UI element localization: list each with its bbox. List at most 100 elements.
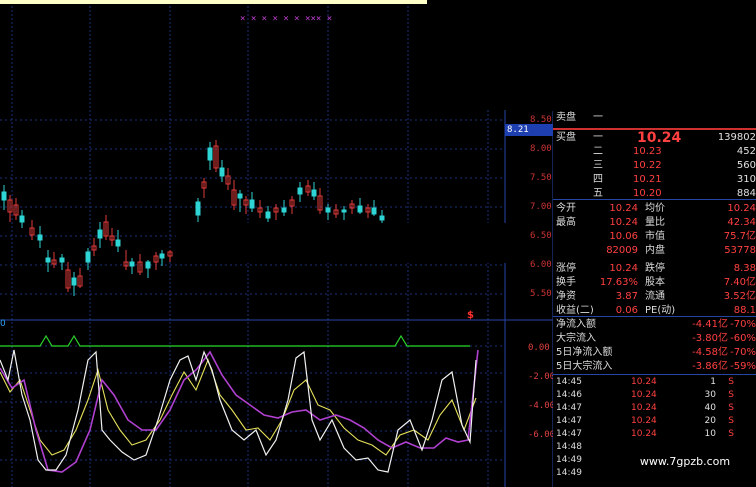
sell-level: 一 [593, 112, 603, 123]
buy-label: 买盘 [556, 132, 576, 143]
quote-row: 82009 内盘 53778 [553, 244, 756, 258]
flow-row: 5日大宗流入 -3.86亿 -59% [553, 360, 756, 374]
quote-panel: 卖盘 一 买盘 一 10.24 139802 二 10.23 452 三 10.… [553, 111, 756, 487]
flow-row: 5日净流入额 -4.58亿 -70% [553, 346, 756, 360]
flow-label: 净流入额 [556, 319, 596, 330]
tick-time: 14:49 [556, 468, 582, 478]
level-volume: 310 [736, 174, 756, 185]
quote-row: 最高 10.24 量比 42.34 [553, 216, 756, 230]
flow-label: 大宗流入 [556, 333, 596, 344]
quote-row: 换手 17.63% 股本 7.40亿 [553, 276, 756, 290]
quote-label-2: 跌停 [645, 263, 665, 274]
quote-label-2: 股本 [645, 277, 665, 288]
quote-value-2: 10.24 [727, 203, 756, 214]
quote-label: 最高 [556, 217, 576, 228]
candle-body [45, 257, 51, 263]
quote-value-2: 75.7亿 [723, 231, 756, 242]
quote-row: 今开 10.24 均价 10.24 [553, 202, 756, 216]
tick-volume: 20 [704, 416, 716, 426]
tick-time: 14:48 [556, 442, 582, 452]
tick-price: 10.24 [631, 416, 657, 426]
tick-flag: S [728, 403, 734, 413]
candle-body [237, 193, 243, 199]
tick-time: 14:45 [556, 377, 582, 387]
divider [553, 374, 756, 375]
candle-body [371, 207, 377, 215]
tick-time: 14:49 [556, 455, 582, 465]
flow-value: -4.41亿 [692, 319, 728, 330]
quote-row: 涨停 10.24 跌停 8.38 [553, 262, 756, 276]
indicator-label: 0 [0, 319, 6, 329]
indicator-tick: 0.00 [528, 343, 550, 353]
level-volume: 452 [736, 146, 756, 157]
level-volume: 560 [736, 160, 756, 171]
candle-body [145, 261, 151, 269]
tick-time: 14:47 [556, 429, 582, 439]
indicator-line-white [0, 349, 477, 473]
tick-flag: S [728, 429, 734, 439]
quote-row: 净资 3.87 流通 3.52亿 [553, 290, 756, 304]
tick-price: 10.24 [631, 429, 657, 439]
flow-pct: -59% [730, 361, 756, 372]
quote-label-2: 流通 [645, 291, 665, 302]
candle-body [195, 201, 201, 216]
order-level: 二 10.23 452 [553, 145, 756, 159]
quote-value: 10.06 [609, 231, 638, 242]
flow-value: -4.58亿 [692, 347, 728, 358]
candle-body [129, 261, 135, 267]
indicator-tick: -2.00 [528, 372, 556, 382]
tick-price: 10.24 [631, 403, 657, 413]
indicator-line-yellow [0, 358, 477, 456]
tick-flag: S [728, 377, 734, 387]
quote-label: 今开 [556, 203, 576, 214]
level-price: 10.21 [633, 174, 662, 185]
quote-value-2: 7.40亿 [723, 277, 756, 288]
flow-pct: -60% [730, 333, 756, 344]
blank-region [176, 223, 506, 263]
quote-label-2: 量比 [645, 217, 665, 228]
price-tick: 7.00 [530, 202, 552, 212]
level-name: 三 [593, 160, 603, 171]
candle-body [325, 207, 331, 213]
tick-row: 14:47 10.24 40 S [553, 402, 756, 415]
quote-label-2: 市值 [645, 231, 665, 242]
tick-price: 10.24 [631, 390, 657, 400]
tick-time: 14:47 [556, 416, 582, 426]
signal-line [0, 334, 470, 347]
candle-body [207, 147, 213, 161]
tick-flag: S [728, 416, 734, 426]
quote-label: 涨停 [556, 263, 576, 274]
candle-body [219, 167, 225, 177]
candle-body [249, 199, 255, 209]
tick-row: 14:47 10.24 10 S [553, 428, 756, 441]
quote-value: 10.24 [609, 203, 638, 214]
candle-body [59, 257, 65, 263]
level-name: 二 [593, 146, 603, 157]
tick-time: 14:47 [556, 403, 582, 413]
order-level: 买盘 一 10.24 139802 [553, 131, 756, 145]
quote-value: 10.24 [609, 217, 638, 228]
price-tick: 8.00 [530, 144, 552, 154]
quote-label: 净资 [556, 291, 576, 302]
signal-marker: $ [467, 310, 474, 321]
candle-body [37, 234, 43, 241]
candle-body [159, 253, 165, 259]
tick-volume: 10 [704, 429, 716, 439]
candle-body [1, 191, 7, 201]
indicator-line-magenta [0, 349, 479, 473]
flow-pct: -70% [730, 347, 756, 358]
flow-label: 5日净流入额 [556, 347, 613, 358]
tick-flag: S [728, 390, 734, 400]
flow-label: 5日大宗流入 [556, 361, 613, 372]
candle-body [115, 239, 121, 247]
divider [553, 199, 756, 200]
watermark: www.7gpzb.com [630, 453, 740, 471]
price-tick: 7.50 [530, 173, 552, 183]
divider [553, 316, 756, 317]
price-tick: 5.50 [530, 289, 552, 299]
candle-body [265, 211, 271, 219]
candle-body [311, 189, 317, 197]
flow-row: 净流入额 -4.41亿 -70% [553, 318, 756, 332]
indicator-tick: -4.00 [528, 401, 556, 411]
tick-row: 14:45 10.24 1 S [553, 376, 756, 389]
